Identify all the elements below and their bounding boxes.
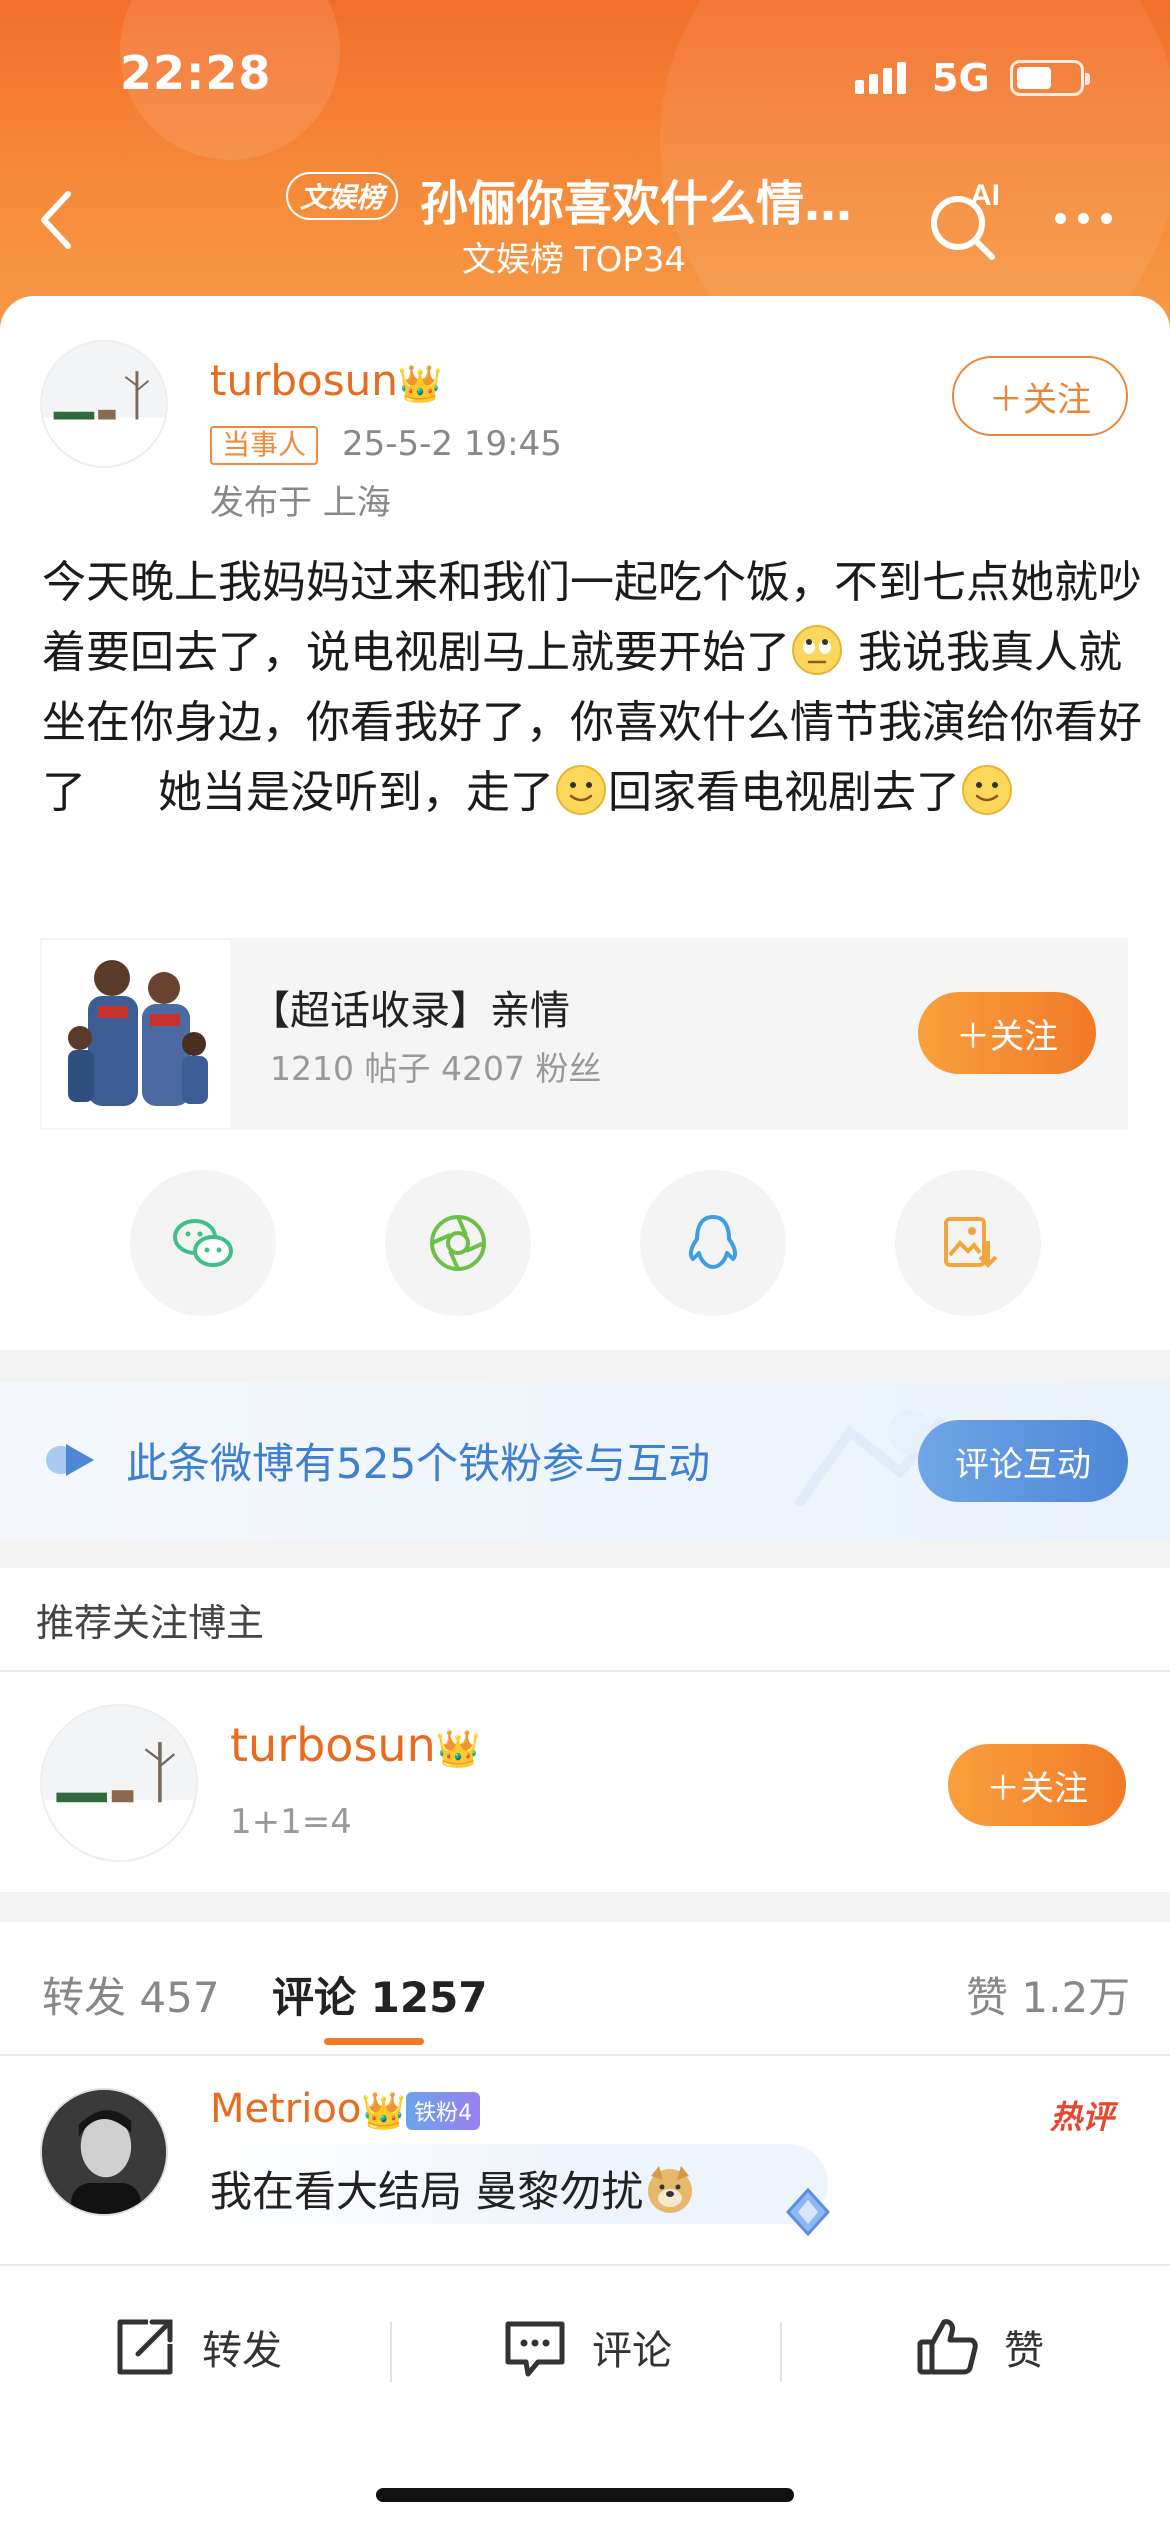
recommend-heading: 推荐关注博主 <box>36 1601 265 1645</box>
iron-fans-banner[interactable]: 此条微博有525个铁粉参与互动 评论互动 <box>0 1382 1170 1540</box>
page-subtitle: 文娱榜 TOP34 <box>462 240 687 280</box>
comment-text: 我在看大结局 曼黎勿扰 <box>210 2158 697 2219</box>
post-time: 25-5-2 19:45 <box>342 424 562 464</box>
family-illustration-image <box>42 940 230 1128</box>
portrait-image <box>42 2090 166 2214</box>
topic-title: 【超话收录】亲情 <box>250 988 570 1034</box>
recommend-section: 推荐关注博主 turbosun👑 1+1=4 ＋关注 <box>0 1568 1170 1892</box>
post-body: 今天晚上我妈妈过来和我们一起吃个饭，不到七点她就吵着要回去了，说电视剧马上就要开… <box>42 557 1142 818</box>
ranking-tag: 文娱榜 <box>286 172 399 220</box>
comment-item[interactable]: Metrioo👑 铁粉4 热评 我在看大结局 曼黎勿扰 <box>0 2056 1170 2264</box>
share-row <box>0 1170 1170 1320</box>
topic-follow-button[interactable]: ＋关注 <box>918 992 1096 1074</box>
recommend-name[interactable]: turbosun👑 <box>230 1718 481 1772</box>
post-location: 发布于 上海 <box>210 483 391 523</box>
commenter-name[interactable]: Metrioo👑 铁粉4 <box>210 2086 481 2132</box>
home-indicator <box>376 2488 794 2502</box>
share-wechat-button[interactable] <box>130 1170 276 1316</box>
tab-like[interactable]: 赞 1.2万 <box>966 1964 1130 2025</box>
smile-emoji-icon <box>554 763 608 817</box>
smile-emoji-icon <box>960 763 1014 817</box>
author-name[interactable]: turbosun👑 <box>210 356 443 405</box>
chevron-left-icon <box>41 191 71 249</box>
comment-icon <box>505 2321 565 2377</box>
comment-button[interactable]: 评论 <box>500 2312 672 2382</box>
topic-stats: 1210 帖子 4207 粉丝 <box>270 1049 602 1088</box>
comment-interact-button[interactable]: 评论互动 <box>918 1420 1128 1502</box>
moments-icon <box>430 1215 486 1271</box>
top-header: 22:28 5G 文娱榜 孙俪你喜欢什么情节我演给你看好了 文娱榜 TOP34 … <box>0 0 1170 330</box>
author-avatar[interactable] <box>40 340 168 468</box>
crown-icon: 👑 <box>361 2091 407 2132</box>
save-image-icon <box>944 1217 998 1268</box>
back-button[interactable] <box>28 180 88 260</box>
svg-text:AI: AI <box>970 179 1000 212</box>
thumbs-up-icon <box>917 2319 978 2375</box>
snow-landscape-image <box>42 342 166 466</box>
tab-repost[interactable]: 转发 457 <box>42 1964 220 2025</box>
post-tabs: 转发 457 评论 1257 赞 1.2万 <box>0 1922 1170 2056</box>
signal-icon <box>855 62 906 94</box>
fan-level-badge: 铁粉4 <box>406 2092 481 2130</box>
save-image-button[interactable] <box>895 1170 1041 1316</box>
hot-comment-badge: 热评 <box>1050 2098 1115 2136</box>
iron-fans-text: 此条微博有525个铁粉参与互动 <box>126 1439 711 1488</box>
recommend-follow-button[interactable]: ＋关注 <box>948 1744 1126 1826</box>
status-time: 22:28 <box>120 46 272 100</box>
divider <box>0 1670 1170 1672</box>
crown-icon: 👑 <box>435 1728 481 1770</box>
recommend-avatar[interactable] <box>40 1704 198 1862</box>
repost-button[interactable]: 转发 <box>110 2312 282 2382</box>
wechat-icon <box>173 1219 233 1267</box>
recommend-desc: 1+1=4 <box>230 1802 352 1842</box>
role-tag: 当事人 <box>210 426 319 465</box>
ai-search-button[interactable]: AI <box>922 175 1012 265</box>
more-options-button[interactable] <box>1055 198 1135 238</box>
snow-landscape-image <box>42 1706 196 1860</box>
crown-icon: 👑 <box>397 363 443 405</box>
active-tab-indicator <box>324 2038 424 2045</box>
like-button[interactable]: 赞 <box>912 2312 1044 2382</box>
qq-icon <box>688 1215 738 1269</box>
eye-roll-emoji-icon <box>790 623 844 677</box>
doge-emoji-icon <box>643 2162 697 2216</box>
tab-comment[interactable]: 评论 1257 <box>272 1964 488 2025</box>
battery-icon <box>1010 60 1090 96</box>
fans-interaction-icon <box>46 1444 94 1476</box>
share-arrow-icon <box>117 2319 173 2375</box>
diamond-sticker-icon <box>785 2187 831 2237</box>
commenter-avatar[interactable] <box>40 2088 168 2216</box>
share-qq-button[interactable] <box>640 1170 786 1316</box>
network-label: 5G <box>932 56 990 100</box>
follow-button[interactable]: ＋关注 <box>952 356 1128 436</box>
share-moments-button[interactable] <box>385 1170 531 1316</box>
page-title: 孙俪你喜欢什么情节我演给你看好了 <box>420 176 880 232</box>
search-icon: AI <box>931 179 1000 260</box>
